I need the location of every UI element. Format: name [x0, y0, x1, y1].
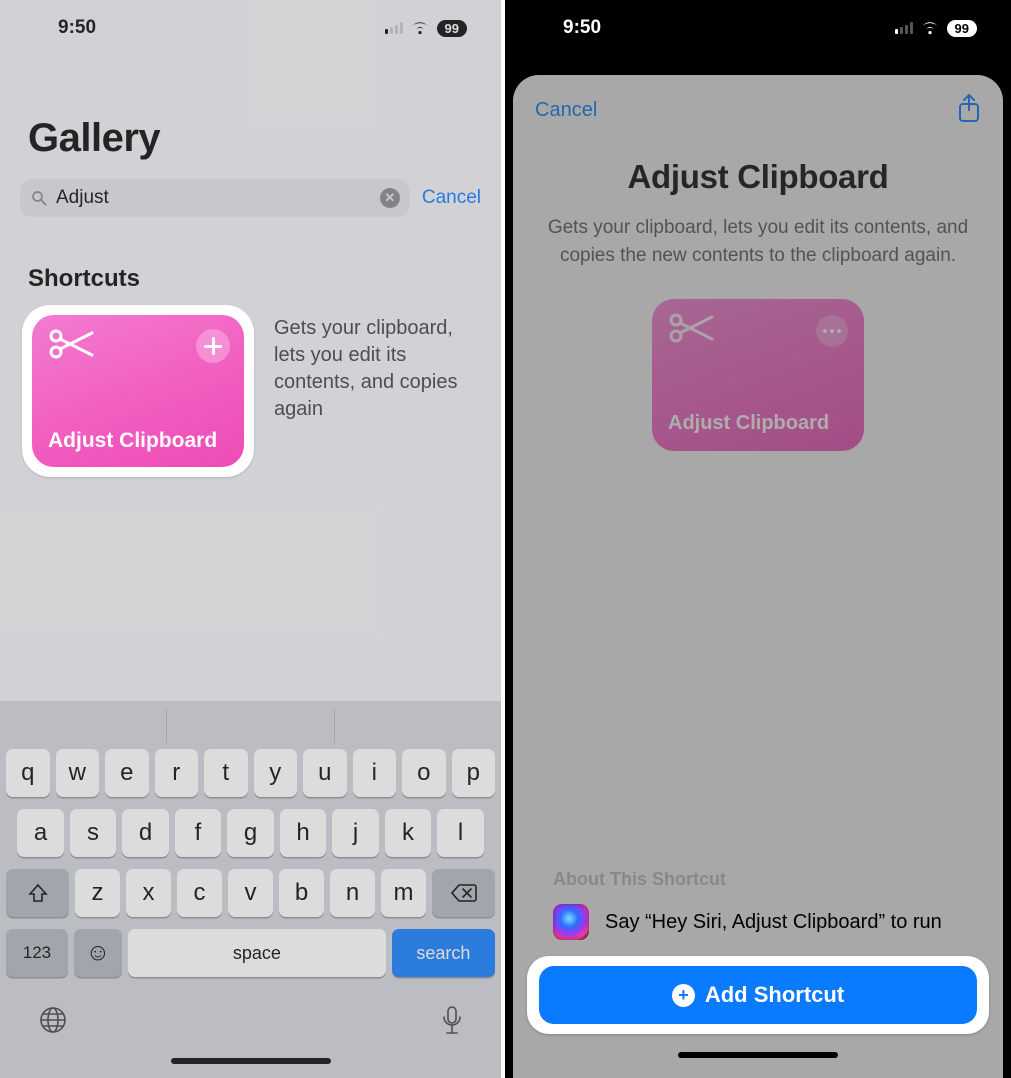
status-bar: 9:50 99 [505, 0, 1011, 56]
key-e[interactable]: e [105, 749, 149, 797]
shortcut-description: Gets your clipboard, lets you edit its c… [274, 305, 479, 423]
search-input[interactable] [56, 187, 372, 209]
key-f[interactable]: f [175, 809, 222, 857]
search-cancel-button[interactable]: Cancel [422, 187, 481, 209]
add-icon[interactable] [196, 329, 230, 363]
key-w[interactable]: w [56, 749, 100, 797]
add-shortcut-label: Add Shortcut [705, 982, 844, 1008]
key-h[interactable]: h [280, 809, 327, 857]
numbers-key[interactable]: 123 [6, 929, 68, 977]
section-heading-shortcuts: Shortcuts [0, 217, 501, 305]
autocorrect-bar[interactable] [0, 709, 501, 743]
shortcut-subtitle: Gets your clipboard, lets you edit its c… [513, 214, 1003, 269]
search-field[interactable]: ✕ [20, 179, 410, 217]
key-s[interactable]: s [70, 809, 117, 857]
battery-badge: 99 [437, 20, 467, 37]
backspace-key[interactable] [432, 869, 495, 917]
scissors-icon [668, 313, 714, 343]
dictation-key[interactable] [441, 1005, 463, 1044]
siri-hint-text: Say “Hey Siri, Adjust Clipboard” to run [605, 911, 942, 934]
clear-icon[interactable]: ✕ [380, 188, 400, 208]
key-c[interactable]: c [177, 869, 222, 917]
about-heading: About This Shortcut [527, 869, 989, 904]
key-u[interactable]: u [303, 749, 347, 797]
key-m[interactable]: m [381, 869, 426, 917]
key-a[interactable]: a [17, 809, 64, 857]
keyboard[interactable]: qwertyuiop asdfghjkl zxcvbnm 123 ☺ space… [0, 701, 501, 1078]
share-icon[interactable] [957, 93, 981, 128]
home-indicator[interactable] [678, 1052, 838, 1058]
shortcut-preview-label: Adjust Clipboard [668, 412, 829, 435]
home-indicator[interactable] [171, 1058, 331, 1064]
page-title: Gallery [0, 56, 501, 179]
key-d[interactable]: d [122, 809, 169, 857]
cancel-button[interactable]: Cancel [535, 99, 597, 122]
key-r[interactable]: r [155, 749, 199, 797]
shortcut-card-label: Adjust Clipboard [48, 429, 217, 453]
shortcut-detail-sheet: Cancel Adjust Clipboard Gets your clipbo… [513, 75, 1003, 1078]
battery-badge: 99 [947, 20, 977, 37]
shortcut-title: Adjust Clipboard [513, 128, 1003, 214]
key-b[interactable]: b [279, 869, 324, 917]
cellular-icon [385, 22, 403, 34]
wifi-icon [920, 21, 940, 35]
key-j[interactable]: j [332, 809, 379, 857]
status-time: 9:50 [58, 17, 96, 39]
search-icon [30, 189, 48, 207]
shortcut-preview-card[interactable]: Adjust Clipboard [652, 299, 864, 451]
cellular-icon [895, 22, 913, 34]
emoji-key[interactable]: ☺ [74, 929, 122, 977]
scissors-icon [48, 329, 94, 359]
siri-hint-row: Say “Hey Siri, Adjust Clipboard” to run [527, 904, 989, 940]
wifi-icon [410, 21, 430, 35]
status-bar: 9:50 99 [0, 0, 501, 56]
add-shortcut-button[interactable]: + Add Shortcut [539, 966, 977, 1024]
key-x[interactable]: x [126, 869, 171, 917]
shift-key[interactable] [6, 869, 69, 917]
key-v[interactable]: v [228, 869, 273, 917]
key-p[interactable]: p [452, 749, 496, 797]
key-k[interactable]: k [385, 809, 432, 857]
key-y[interactable]: y [254, 749, 298, 797]
key-o[interactable]: o [402, 749, 446, 797]
key-q[interactable]: q [6, 749, 50, 797]
more-icon[interactable] [816, 315, 848, 347]
shortcut-card[interactable]: Adjust Clipboard [22, 305, 254, 477]
globe-key[interactable] [38, 1005, 68, 1044]
search-key[interactable]: search [392, 929, 495, 977]
status-time: 9:50 [563, 17, 601, 39]
key-n[interactable]: n [330, 869, 375, 917]
key-z[interactable]: z [75, 869, 120, 917]
key-i[interactable]: i [353, 749, 397, 797]
key-t[interactable]: t [204, 749, 248, 797]
siri-icon [553, 904, 589, 940]
space-key[interactable]: space [128, 929, 386, 977]
plus-circle-icon: + [672, 984, 695, 1007]
key-g[interactable]: g [227, 809, 274, 857]
key-l[interactable]: l [437, 809, 484, 857]
